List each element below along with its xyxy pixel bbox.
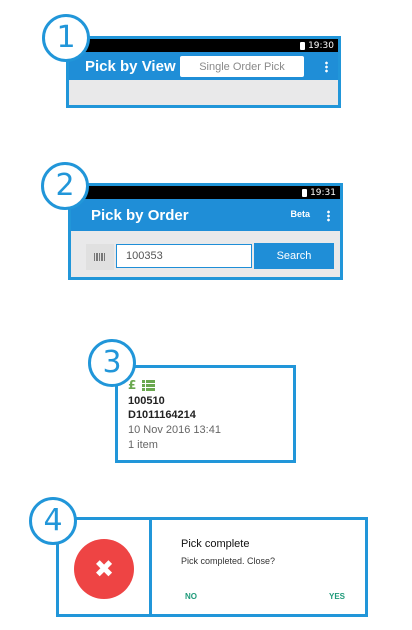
- order-number: 100510: [128, 395, 165, 407]
- status-bar: 19:30: [69, 39, 338, 52]
- order-number-value: 100353: [126, 250, 163, 262]
- status-bar: 19:31: [71, 186, 340, 199]
- single-order-pick-label: Single Order Pick: [199, 60, 285, 73]
- order-number-input[interactable]: 100353: [116, 244, 252, 268]
- order-card-screenshot[interactable]: £ 100510 D1011164214 10 Nov 2016 13:41 1…: [115, 365, 296, 463]
- app-bar: Pick by View Single Order Pick: [69, 52, 338, 80]
- step-badge-1: 1: [42, 14, 90, 62]
- pick-complete-dialog-screenshot: ✖ Pick complete Pick completed. Close? N…: [56, 517, 368, 617]
- more-vert-icon[interactable]: [327, 210, 330, 222]
- dialog-title: Pick complete: [181, 538, 250, 550]
- barcode-icon: [94, 253, 105, 261]
- list-icon: [142, 379, 156, 391]
- search-button[interactable]: Search: [254, 243, 334, 269]
- beta-badge: Beta: [290, 209, 310, 219]
- step-badge-2: 2: [41, 162, 89, 210]
- no-button[interactable]: NO: [185, 592, 197, 601]
- order-icons: £: [128, 378, 293, 392]
- close-icon: ✖: [74, 539, 134, 599]
- search-area: 100353 Search: [71, 231, 340, 277]
- status-time: 19:30: [308, 40, 334, 51]
- pick-by-view-screenshot: 19:30 Pick by View Single Order Pick: [66, 36, 341, 108]
- single-order-pick-button[interactable]: Single Order Pick: [180, 56, 304, 77]
- yes-button[interactable]: YES: [329, 592, 345, 601]
- order-datetime: 10 Nov 2016 13:41: [128, 424, 221, 436]
- step-badge-4: 4: [29, 497, 77, 545]
- screen-title: Pick by Order: [91, 206, 189, 224]
- battery-icon: [300, 41, 306, 50]
- more-vert-icon[interactable]: [325, 61, 328, 73]
- scan-barcode-button[interactable]: [86, 244, 114, 270]
- status-time: 19:31: [310, 187, 336, 198]
- content-area: [69, 80, 338, 105]
- pound-icon: £: [128, 378, 137, 392]
- battery-icon: [302, 188, 308, 197]
- app-bar: Pick by Order Beta: [71, 199, 340, 231]
- pick-by-order-screenshot: 19:31 Pick by Order Beta 100353 Search: [68, 183, 343, 280]
- step-badge-3: 3: [88, 339, 136, 387]
- search-button-label: Search: [276, 250, 312, 262]
- order-reference: D1011164214: [128, 409, 196, 421]
- dialog-message: Pick completed. Close?: [181, 556, 276, 566]
- screen-title: Pick by View: [85, 57, 176, 75]
- order-item-count: 1 item: [128, 439, 158, 451]
